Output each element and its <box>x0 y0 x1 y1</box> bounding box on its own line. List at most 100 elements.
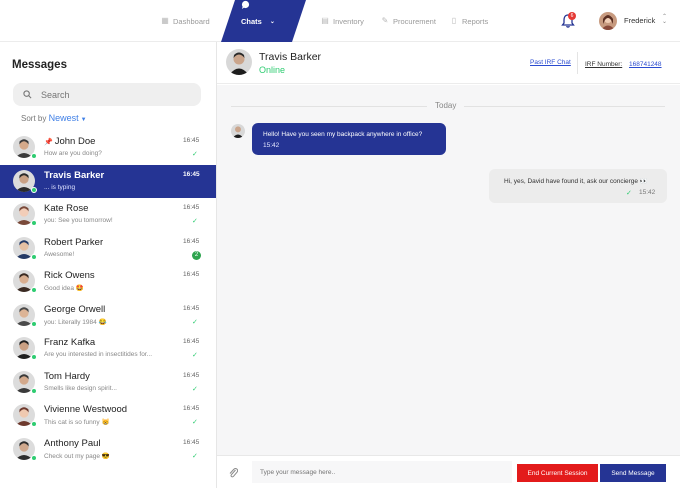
chat-preview: Awesome! <box>44 250 75 258</box>
reports-icon: ▯ <box>451 16 457 25</box>
nav-label: Procurement <box>393 16 436 26</box>
double-check-icon: ✓ <box>192 318 198 326</box>
sort-value[interactable]: Newest <box>49 113 79 123</box>
chat-list-item[interactable]: Anthony Paul Check out my page 😎 16:45 ✓ <box>0 433 216 467</box>
chat-name-text: Travis Barker <box>44 169 105 181</box>
chat-time: 16:45 <box>183 204 200 211</box>
irf-number-link[interactable]: 168741248 <box>629 61 662 68</box>
notification-badge: 6 <box>568 12 576 20</box>
chat-name-text: Robert Parker <box>44 236 104 248</box>
nav-procurement[interactable]: ✎ Procurement <box>381 0 436 42</box>
chat-name: George Orwell <box>44 304 105 315</box>
online-indicator <box>31 454 37 461</box>
irf-label: IRF Number: <box>585 61 623 68</box>
online-indicator <box>31 354 37 360</box>
past-chat-link[interactable]: Past IRF Chat <box>530 59 571 66</box>
chat-preview: Good idea 🤩 <box>44 285 84 292</box>
chevron-down-icon: ⌄ <box>269 18 275 25</box>
message-text: Hello! Have you seen my backpack anywher… <box>263 131 423 138</box>
chat-list-item[interactable]: Travis Barker ... is typing 16:45 <box>0 164 216 198</box>
nav-chats[interactable]: Chats ⌄ <box>221 0 306 42</box>
end-session-button[interactable]: End Current Session <box>517 464 598 482</box>
double-check-icon: ✓ <box>192 452 198 460</box>
outgoing-message: Hi, yes, David have found it, ask our co… <box>489 169 667 203</box>
online-indicator <box>31 387 37 394</box>
nav-inventory[interactable]: ▤ Inventory <box>321 0 364 42</box>
message-input[interactable] <box>252 461 512 483</box>
double-check-icon: ✓ <box>192 352 198 359</box>
online-indicator <box>31 253 37 260</box>
chat-list-item[interactable]: Rick Owens Good idea 🤩 16:45 <box>0 265 216 299</box>
pin-icon: 📌 <box>44 139 53 146</box>
message-time: 15:42 <box>639 189 656 196</box>
chat-name-text: George Orwell <box>44 303 106 315</box>
chat-icon <box>241 0 250 9</box>
chat-time: 16:45 <box>183 338 200 345</box>
chat-list-item[interactable]: 📌 John Doe How are you doing? 16:45 ✓ <box>0 131 216 165</box>
chat-preview: ... is typing <box>44 183 76 191</box>
search-box[interactable] <box>13 83 201 106</box>
caret-down-icon: ▼ <box>80 117 87 123</box>
chat-name: Kate Rose <box>44 203 88 214</box>
nav-dashboard[interactable]: ▦ Dashboard <box>161 0 209 42</box>
chat-time: 16:45 <box>183 170 200 178</box>
search-icon <box>23 90 32 99</box>
chat-list-item[interactable]: Tom Hardy Smells like design spirit... 16:… <box>0 366 216 400</box>
chat-name-text: Rick Owens <box>44 270 95 281</box>
chat-name: Tom Hardy <box>44 371 90 382</box>
chat-time: 16:45 <box>183 371 200 379</box>
avatar <box>231 124 245 138</box>
chat-list-item[interactable]: Kate Rose you: See you tomorrow! 16:45 ✓ <box>0 198 216 232</box>
inventory-icon: ▤ <box>321 16 329 25</box>
message-area[interactable]: Today Hello! Have you seen my backpack a… <box>217 85 680 455</box>
online-indicator <box>31 320 37 327</box>
chat-preview: you: See you tomorrow! <box>44 217 113 224</box>
chat-list-item[interactable]: George Orwell you: Literally 1984 😂 16:45 ✓ <box>0 299 216 333</box>
chat-list-item[interactable]: Vivienne Westwood This cat is so funny 😸 1… <box>0 399 216 433</box>
nav-reports[interactable]: ▯ Reports <box>450 0 488 42</box>
chat-time: 16:45 <box>183 438 200 446</box>
double-check-icon: ✓ <box>192 385 198 393</box>
conversation-sidebar: Messages Sort by Newest▼ 📌John Doe How ar… <box>0 42 217 488</box>
online-indicator <box>31 421 37 427</box>
sidebar-title: Messages <box>12 59 67 71</box>
online-indicator <box>31 186 37 193</box>
search-input[interactable] <box>41 89 181 100</box>
double-check-icon: ✓ <box>192 419 198 426</box>
chat-preview: How are you doing? <box>44 150 102 157</box>
unread-badge: 2 <box>192 250 201 260</box>
chat-time: 16:45 <box>183 137 200 144</box>
nav-label: Reports <box>462 16 489 26</box>
chat-preview: Smells like design spirit... <box>44 384 117 392</box>
paperclip-icon[interactable] <box>228 466 238 478</box>
dashboard-icon: ▦ <box>161 16 169 25</box>
avatar <box>226 49 252 75</box>
chat-name: 📌 John Doe <box>44 136 95 147</box>
message-time: 15:42 <box>263 142 280 149</box>
chat-name: Anthony Paul <box>44 438 101 449</box>
contact-status: Online <box>259 65 286 75</box>
chat-name-text: Anthony Paul <box>44 437 101 449</box>
chat-name-text: Franz Kafka <box>44 337 96 348</box>
chat-list-item[interactable]: Franz Kafka Are you interested in insecti… <box>0 332 216 366</box>
chat-name: Rick Owens <box>44 270 95 281</box>
chat-preview: This cat is so funny 😸 <box>44 419 110 426</box>
online-indicator <box>31 220 37 226</box>
chat-list-item[interactable]: Robert Parker Awesome! 16:45 2 <box>0 232 216 266</box>
double-check-icon: ✓ <box>626 190 632 197</box>
chat-time: 16:45 <box>183 304 200 312</box>
send-message-button[interactable]: Send Message <box>600 464 666 482</box>
message-text: Hi, yes, David have found it, ask our co… <box>504 178 648 185</box>
chevron-updown-icon[interactable]: ⌃ ⌄ <box>662 14 667 25</box>
avatar[interactable] <box>599 12 617 30</box>
chat-name: Franz Kafka <box>44 337 95 348</box>
chat-name: Robert Parker <box>44 237 103 248</box>
nav-label: Inventory <box>333 16 364 26</box>
sort-control[interactable]: Sort by Newest ▼ <box>21 113 87 123</box>
sort-label: Sort by <box>21 114 47 123</box>
incoming-message: Hello! Have you seen my backpack anywher… <box>252 123 446 155</box>
message-composer: End Current Session Send Message <box>217 455 680 488</box>
chat-name-text: Tom Hardy <box>44 370 90 382</box>
nav-label: Chats <box>241 16 262 26</box>
user-name[interactable]: Frederick <box>624 16 655 25</box>
